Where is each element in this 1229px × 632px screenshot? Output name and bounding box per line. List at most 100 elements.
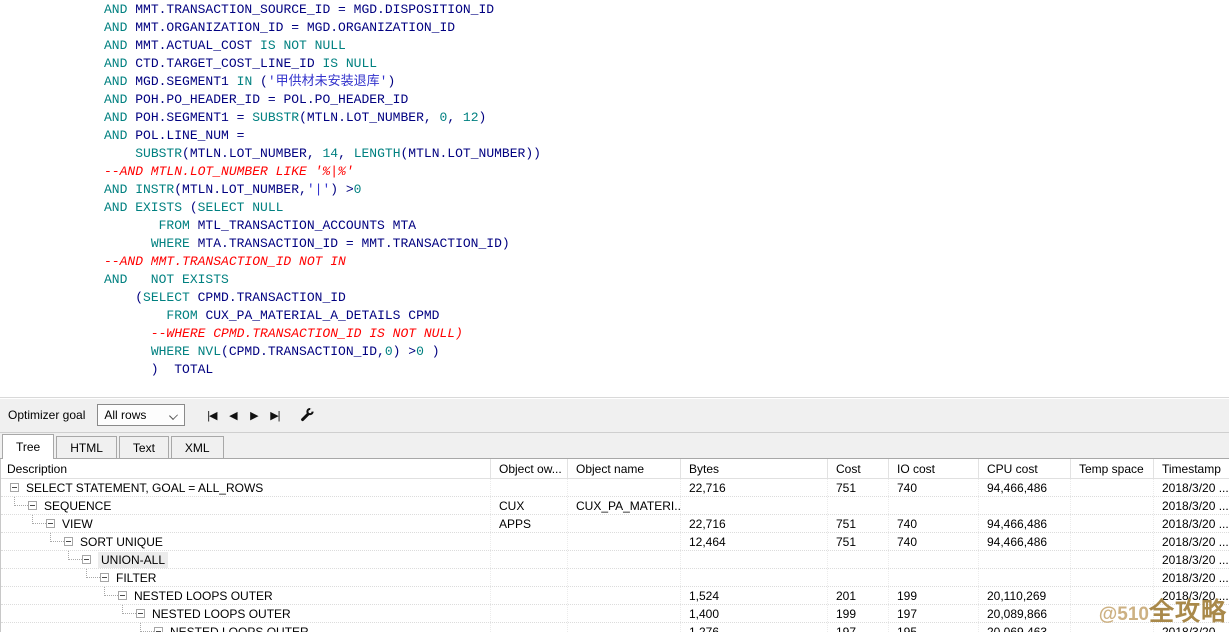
go-first-button[interactable]: |◀	[201, 405, 222, 425]
plan-cell-bytes: 1,276	[681, 623, 828, 632]
collapse-icon[interactable]	[154, 627, 163, 632]
plan-tree-row[interactable]: NESTED LOOPS OUTER1,52420119920,110,2692…	[1, 587, 1229, 605]
tab-text[interactable]: Text	[119, 436, 169, 458]
plan-cell-name	[568, 623, 681, 632]
plan-cell-bytes	[681, 551, 828, 568]
plan-cell-cpu_cost: 94,466,486	[979, 515, 1071, 532]
plan-cell-owner	[491, 569, 568, 586]
plan-description-cell: SORT UNIQUE	[1, 533, 491, 550]
sql-editor[interactable]: AND MMT.TRANSACTION_SOURCE_ID = MGD.DISP…	[0, 0, 1229, 397]
plan-table-header: DescriptionObject ow...Object nameBytesC…	[1, 459, 1229, 479]
watermark: @510全攻略	[1099, 597, 1227, 631]
plan-cell-io_cost	[889, 569, 979, 586]
collapse-icon[interactable]	[118, 591, 127, 600]
plan-tree-row[interactable]: SEQUENCECUXCUX_PA_MATERI...2018/3/20 ...	[1, 497, 1229, 515]
plan-node-label: VIEW	[62, 516, 93, 532]
sql-line: AND MMT.TRANSACTION_SOURCE_ID = MGD.DISP…	[0, 1, 1229, 19]
go-next-button[interactable]: ▶	[243, 405, 264, 425]
plan-cell-cost	[828, 569, 889, 586]
plan-cell-owner	[491, 605, 568, 622]
plan-cell-timestamp: 2018/3/20 ...	[1154, 551, 1229, 568]
sql-line: WHERE MTA.TRANSACTION_ID = MMT.TRANSACTI…	[0, 235, 1229, 253]
plan-description-cell: NESTED LOOPS OUTER	[1, 587, 491, 604]
plan-cell-temp_space	[1071, 551, 1154, 568]
optimizer-goal-select[interactable]: All rows	[97, 404, 185, 426]
sql-line: AND POH.PO_HEADER_ID = POL.PO_HEADER_ID	[0, 91, 1229, 109]
plan-cell-timestamp: 2018/3/20 ...	[1154, 479, 1229, 496]
plan-cell-cost: 199	[828, 605, 889, 622]
go-previous-button[interactable]: ◀	[222, 405, 243, 425]
go-last-button[interactable]: ▶|	[264, 405, 285, 425]
sql-line: AND MMT.ACTUAL_COST IS NOT NULL	[0, 37, 1229, 55]
plan-tree-row[interactable]: NESTED LOOPS OUTER1,40019919720,089,866	[1, 605, 1229, 623]
plan-tree-row[interactable]: FILTER 2018/3/20 ...	[1, 569, 1229, 587]
optimizer-goal-value: All rows	[104, 408, 146, 422]
plan-cell-temp_space	[1071, 515, 1154, 532]
tree-connector	[104, 587, 118, 596]
plan-cell-cpu_cost: 94,466,486	[979, 533, 1071, 550]
column-header-cpu-cost[interactable]: CPU cost	[979, 459, 1071, 478]
plan-cell-bytes	[681, 569, 828, 586]
sql-line: FROM MTL_TRANSACTION_ACCOUNTS MTA	[0, 217, 1229, 235]
plan-cell-io_cost: 740	[889, 479, 979, 496]
plan-cell-bytes	[681, 497, 828, 514]
plan-cell-io_cost	[889, 551, 979, 568]
plan-cell-cpu_cost: 20,110,269	[979, 587, 1071, 604]
plan-cell-cost	[828, 551, 889, 568]
collapse-icon[interactable]	[100, 573, 109, 582]
tab-tree[interactable]: Tree	[2, 434, 54, 459]
plan-tree-row[interactable]: UNION-ALL 2018/3/20 ...	[1, 551, 1229, 569]
column-header-description[interactable]: Description	[1, 459, 491, 478]
plan-cell-name	[568, 479, 681, 496]
plan-description-cell: NESTED LOOPS OUTER	[1, 605, 491, 622]
plan-cell-io_cost	[889, 497, 979, 514]
plan-navigation-group: |◀◀▶▶|	[201, 405, 285, 425]
plan-node-label: NESTED LOOPS OUTER	[152, 606, 291, 622]
sql-line: --AND MMT.TRANSACTION_ID NOT IN	[0, 253, 1229, 271]
column-header-cost[interactable]: Cost	[828, 459, 889, 478]
plan-tree-row[interactable]: VIEWAPPS22,71675174094,466,4862018/3/20 …	[1, 515, 1229, 533]
collapse-icon[interactable]	[82, 555, 91, 564]
plan-node-label: SORT UNIQUE	[80, 534, 163, 550]
column-header-temp-space[interactable]: Temp space	[1071, 459, 1154, 478]
plan-cell-bytes: 22,716	[681, 479, 828, 496]
collapse-icon[interactable]	[64, 537, 73, 546]
plan-cell-io_cost: 199	[889, 587, 979, 604]
plan-cell-cost: 201	[828, 587, 889, 604]
optimizer-goal-label: Optimizer goal	[8, 408, 85, 422]
tree-connector	[86, 569, 100, 578]
column-header-object-ow[interactable]: Object ow...	[491, 459, 568, 478]
plan-tree-row[interactable]: SELECT STATEMENT, GOAL = ALL_ROWS22,7167…	[1, 479, 1229, 497]
collapse-icon[interactable]	[10, 483, 19, 492]
plan-cell-name	[568, 605, 681, 622]
column-header-bytes[interactable]: Bytes	[681, 459, 828, 478]
plan-cell-cost: 197	[828, 623, 889, 632]
collapse-icon[interactable]	[136, 609, 145, 618]
plan-description-cell: UNION-ALL	[1, 551, 491, 568]
plan-cell-cost	[828, 497, 889, 514]
collapse-icon[interactable]	[46, 519, 55, 528]
sql-line: AND MMT.ORGANIZATION_ID = MGD.ORGANIZATI…	[0, 19, 1229, 37]
column-header-io-cost[interactable]: IO cost	[889, 459, 979, 478]
tab-xml[interactable]: XML	[171, 436, 224, 458]
plan-cell-owner	[491, 623, 568, 632]
plan-cell-bytes: 1,524	[681, 587, 828, 604]
collapse-icon[interactable]	[28, 501, 37, 510]
preferences-button[interactable]	[297, 405, 317, 425]
plan-cell-timestamp: 2018/3/20 ...	[1154, 569, 1229, 586]
plan-cell-name	[568, 551, 681, 568]
plan-description-cell: FILTER	[1, 569, 491, 586]
plan-cell-owner	[491, 587, 568, 604]
plan-cell-cost: 751	[828, 479, 889, 496]
plan-cell-name	[568, 587, 681, 604]
plan-tree-row[interactable]: NESTED LOOPS OUTER1,27619719520,069,4632…	[1, 623, 1229, 632]
column-header-timestamp[interactable]: Timestamp	[1154, 459, 1229, 478]
plan-tree-row[interactable]: SORT UNIQUE12,46475174094,466,4862018/3/…	[1, 533, 1229, 551]
tab-html[interactable]: HTML	[56, 436, 117, 458]
plan-cell-owner: APPS	[491, 515, 568, 532]
column-header-object-name[interactable]: Object name	[568, 459, 681, 478]
sql-line: (SELECT CPMD.TRANSACTION_ID	[0, 289, 1229, 307]
plan-node-label: UNION-ALL	[98, 552, 168, 568]
plan-cell-timestamp: 2018/3/20 ...	[1154, 533, 1229, 550]
plan-cell-temp_space	[1071, 533, 1154, 550]
